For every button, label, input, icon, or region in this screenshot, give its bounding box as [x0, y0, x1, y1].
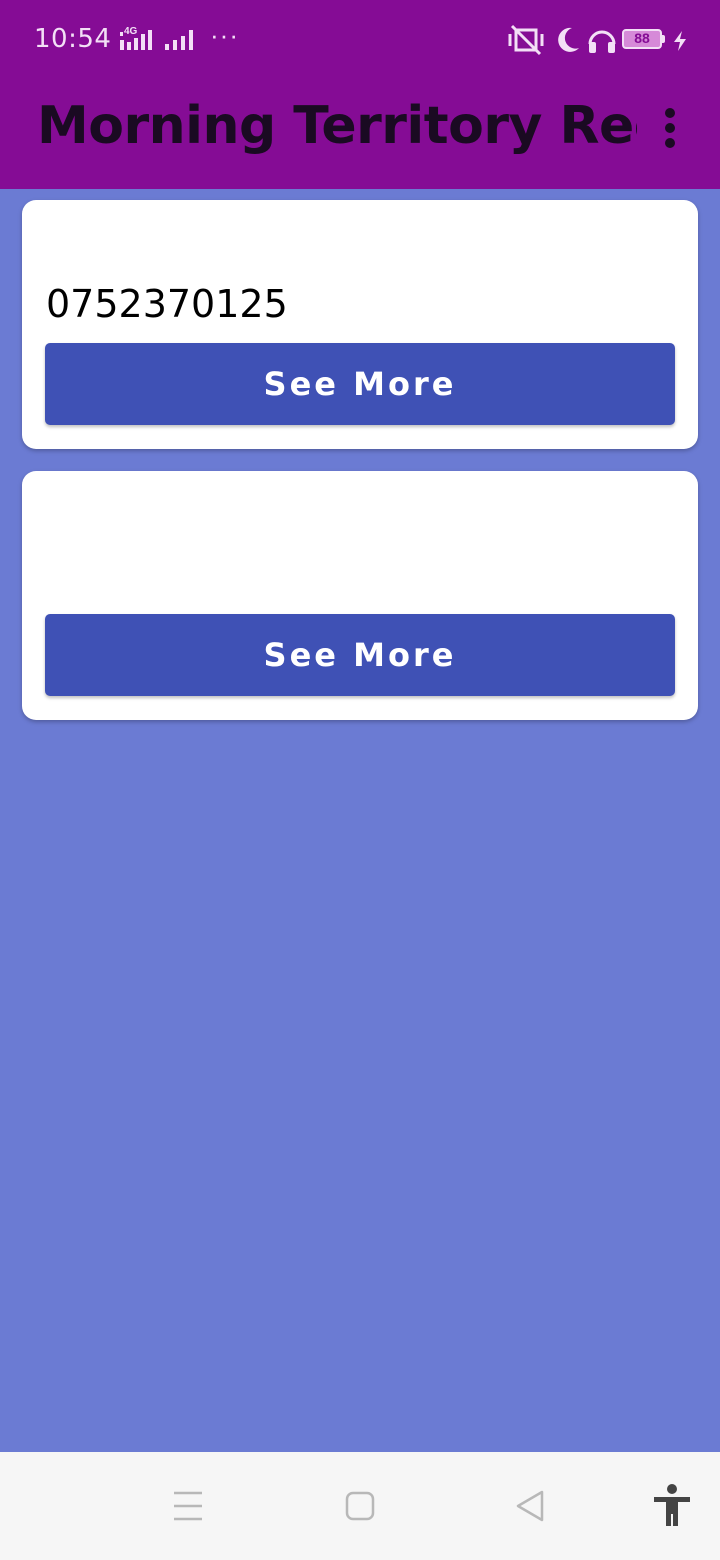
moon-icon: [558, 27, 579, 52]
record-phone: 0752370125: [46, 282, 288, 326]
signal-icon: [165, 30, 193, 50]
home-icon[interactable]: [344, 1486, 376, 1526]
status-time: 10:54: [34, 24, 112, 54]
more-vert-icon[interactable]: [650, 100, 690, 156]
record-card: 0752370125 See More: [22, 200, 698, 449]
back-icon[interactable]: [514, 1486, 546, 1526]
vibrate-off-icon: [508, 24, 544, 56]
headphones-icon: [588, 30, 616, 53]
battery-tip: [662, 35, 665, 43]
record-card: See More: [22, 471, 698, 720]
recents-icon[interactable]: [172, 1486, 204, 1526]
app-title: Morning Territory Rec…: [37, 96, 637, 156]
charging-bolt-icon: [674, 31, 686, 51]
accessibility-icon[interactable]: [652, 1484, 692, 1528]
more-notifications-indicator: ···: [210, 20, 239, 50]
app-header: 10:54 4G ··· 88 Morning Territory Re: [0, 0, 720, 189]
see-more-button[interactable]: See More: [45, 614, 675, 696]
see-more-button[interactable]: See More: [45, 343, 675, 425]
battery-level: 88: [634, 30, 650, 46]
signal-4g-icon: [120, 30, 152, 50]
status-bar: 10:54 4G ··· 88: [0, 0, 720, 82]
